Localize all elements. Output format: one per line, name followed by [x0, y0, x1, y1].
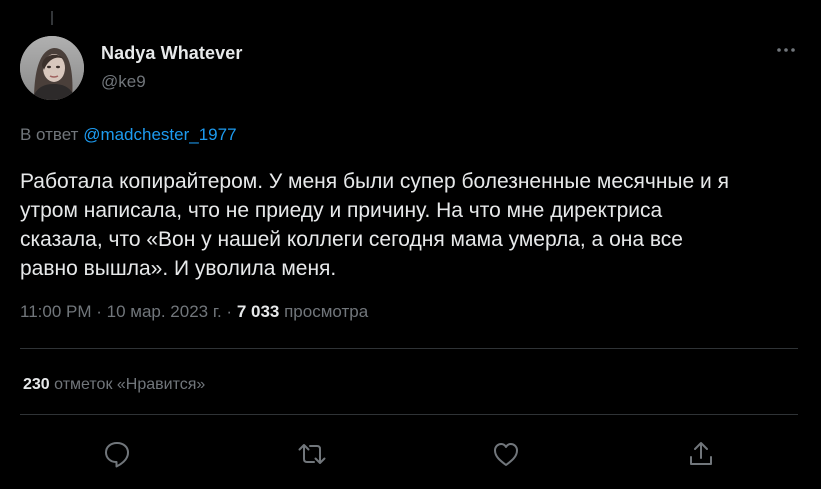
likes-count: 230	[23, 376, 50, 393]
tweet-time[interactable]: 11:00 PM	[20, 302, 92, 321]
retweet-button[interactable]	[296, 438, 328, 470]
tweet-meta: 11:00 PM · 10 мар. 2023 г. · 7 033 просм…	[20, 302, 368, 322]
share-button[interactable]	[685, 438, 717, 470]
heart-icon	[494, 443, 518, 466]
views-label: просмотра	[279, 302, 369, 321]
reply-context: В ответ @madchester_1977	[20, 125, 237, 145]
divider	[20, 414, 798, 415]
author-display-name[interactable]: Nadya Whatever	[101, 43, 242, 64]
share-icon	[690, 442, 712, 465]
author-handle[interactable]: @ke9	[101, 72, 146, 92]
reply-prefix: В ответ	[20, 125, 79, 144]
likes-summary[interactable]: 230 отметок «Нравится»	[23, 376, 205, 394]
reply-icon	[105, 442, 129, 468]
divider	[20, 348, 798, 349]
tweet-date[interactable]: 10 мар. 2023 г.	[107, 302, 222, 321]
avatar-image	[20, 36, 84, 100]
more-horizontal-icon[interactable]	[773, 40, 799, 60]
likes-label: отметок «Нравится»	[49, 376, 206, 393]
views-count[interactable]: 7 033	[237, 302, 280, 321]
like-button[interactable]	[490, 438, 522, 470]
tweet-page: Nadya Whatever @ke9 В ответ @madchester_…	[0, 0, 821, 489]
tweet-text: Работала копирайтером. У меня были супер…	[20, 170, 729, 280]
meta-separator: ·	[91, 302, 107, 321]
retweet-icon	[298, 444, 326, 464]
thread-connector-line	[51, 11, 53, 25]
action-bar	[0, 438, 821, 470]
meta-separator: ·	[221, 302, 237, 321]
reply-mention-link[interactable]: @madchester_1977	[83, 125, 236, 144]
avatar[interactable]	[20, 36, 84, 100]
reply-button[interactable]	[101, 438, 133, 470]
